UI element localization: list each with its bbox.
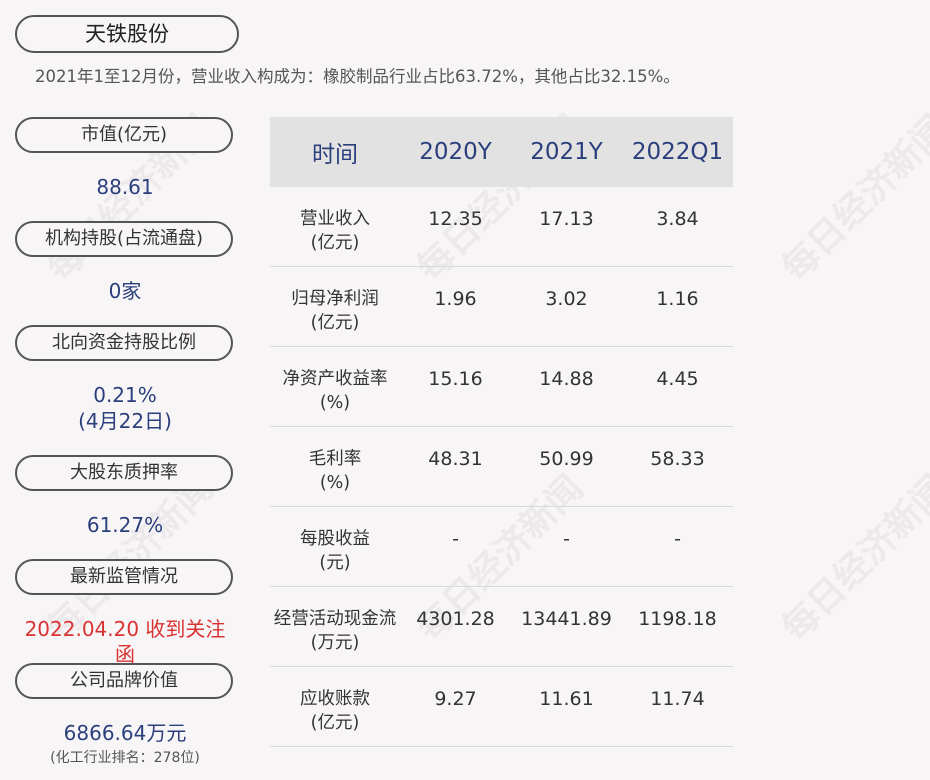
table-row: 经营活动现金流 (万元) 4301.28 13441.89 1198.18 (270, 587, 733, 667)
market-cap-label: 市值(亿元) (15, 117, 233, 153)
row-label: 归母净利润 (亿元) (291, 289, 379, 333)
institution-value: 0家 (108, 279, 142, 303)
row-label: 每股收益 (元) (300, 529, 370, 573)
table-cell: 1.16 (656, 288, 699, 310)
brand-rank: (化工行业排名：278位) (50, 750, 200, 766)
table-cell: - (674, 528, 681, 550)
table-row: 应收账款 (亿元) 9.27 11.61 11.74 (270, 667, 733, 747)
row-label: 毛利率 (%) (308, 449, 362, 493)
row-label: 应收账款 (亿元) (300, 689, 370, 733)
northbound-value: 0.21% (93, 383, 157, 407)
table-header: 时间 2020Y 2021Y 2022Q1 (270, 117, 733, 187)
northbound-label: 北向资金持股比例 (15, 325, 233, 361)
table-cell: 4.45 (656, 368, 699, 390)
regulation-label: 最新监管情况 (15, 559, 233, 595)
pledge-value: 61.27% (86, 513, 164, 537)
table-row: 归母净利润 (亿元) 1.96 3.02 1.16 (270, 267, 733, 347)
institution-label: 机构持股(占流通盘) (15, 221, 233, 257)
table-cell: 9.27 (434, 688, 477, 710)
table-row: 净资产收益率 (%) 15.16 14.88 4.45 (270, 347, 733, 427)
header-2021: 2021Y (530, 139, 603, 165)
table-cell: 11.61 (539, 688, 594, 710)
header-time: 时间 (312, 142, 358, 168)
row-label: 经营活动现金流 (万元) (273, 609, 397, 653)
watermark: 每日经济新闻 (773, 106, 930, 290)
table-cell: - (563, 528, 570, 550)
header-2020: 2020Y (419, 139, 492, 165)
table-cell: 50.99 (539, 448, 594, 470)
table-cell: 17.13 (539, 208, 594, 230)
table-row: 每股收益 (元) - - - (270, 507, 733, 587)
brand-value: 6866.64万元 (63, 721, 187, 745)
table-cell: 12.35 (428, 208, 483, 230)
revenue-summary: 2021年1至12月份，营业收入构成为：橡胶制品行业占比63.72%，其他占比3… (35, 67, 680, 86)
northbound-date: (4月22日) (78, 409, 172, 433)
market-cap-value: 88.61 (96, 175, 154, 199)
table-cell: 58.33 (650, 448, 705, 470)
regulation-value: 2022.04.20 收到关注函 (24, 617, 226, 666)
table-cell: 1.96 (434, 288, 477, 310)
table-row: 毛利率 (%) 48.31 50.99 58.33 (270, 427, 733, 507)
row-label: 净资产收益率 (%) (282, 369, 388, 413)
table-cell: 4301.28 (416, 608, 495, 630)
row-label: 营业收入 (亿元) (300, 209, 370, 253)
table-row: 营业收入 (亿元) 12.35 17.13 3.84 (270, 187, 733, 267)
table-cell: 11.74 (650, 688, 705, 710)
table-cell: 48.31 (428, 448, 483, 470)
financial-table: 时间 2020Y 2021Y 2022Q1 营业收入 (亿元) 12.35 17.… (270, 117, 733, 747)
table-cell: 1198.18 (638, 608, 717, 630)
table-cell: 3.02 (545, 288, 588, 310)
table-cell: 3.84 (656, 208, 699, 230)
watermark: 每日经济新闻 (773, 466, 930, 650)
header-2022q1: 2022Q1 (631, 139, 724, 165)
table-cell: 13441.89 (521, 608, 612, 630)
brand-label: 公司品牌价值 (15, 663, 233, 699)
table-cell: - (452, 528, 459, 550)
pledge-label: 大股东质押率 (15, 455, 233, 491)
table-cell: 15.16 (428, 368, 483, 390)
table-cell: 14.88 (539, 368, 594, 390)
company-title: 天铁股份 (15, 15, 239, 53)
